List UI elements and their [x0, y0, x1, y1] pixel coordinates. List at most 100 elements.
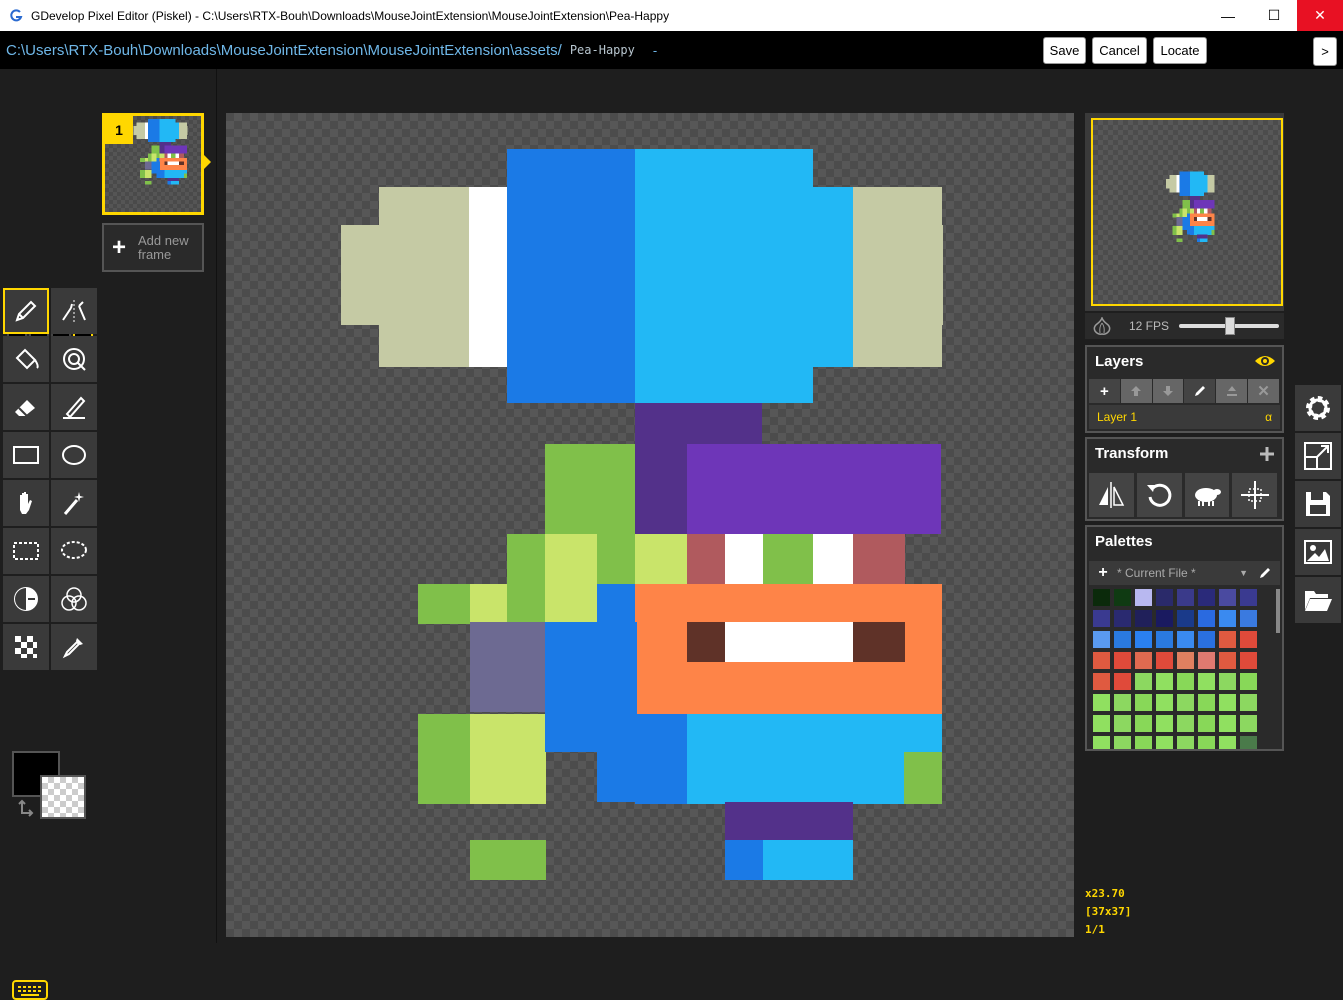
palette-swatch[interactable] — [1198, 736, 1215, 749]
move-layer-up-button[interactable] — [1120, 379, 1152, 403]
palette-swatch[interactable] — [1219, 736, 1236, 749]
close-window-button[interactable]: ✕ — [1297, 0, 1343, 31]
palette-swatch[interactable] — [1177, 631, 1194, 648]
eraser-tool[interactable] — [3, 384, 49, 430]
paint-bucket-tool[interactable] — [3, 336, 49, 382]
palette-swatch[interactable] — [1219, 631, 1236, 648]
palette-swatch[interactable] — [1114, 673, 1131, 690]
palette-swatch[interactable] — [1177, 673, 1194, 690]
palette-swatch[interactable] — [1156, 715, 1173, 732]
palette-swatch[interactable] — [1219, 652, 1236, 669]
palette-swatch[interactable] — [1177, 715, 1194, 732]
palette-swatch[interactable] — [1198, 673, 1215, 690]
palette-swatch[interactable] — [1093, 652, 1110, 669]
palette-swatch[interactable] — [1156, 589, 1173, 606]
palette-swatch[interactable] — [1198, 715, 1215, 732]
palette-swatch[interactable] — [1219, 673, 1236, 690]
stroke-tool[interactable] — [51, 384, 97, 430]
palette-swatch[interactable] — [1156, 610, 1173, 627]
move-tool[interactable] — [3, 480, 49, 526]
palette-swatch[interactable] — [1240, 736, 1257, 749]
add-palette-button[interactable]: + — [1089, 561, 1117, 585]
align-center-button[interactable] — [1232, 473, 1277, 517]
palette-swatch[interactable] — [1114, 736, 1131, 749]
palette-swatch[interactable] — [1135, 736, 1152, 749]
palette-swatch[interactable] — [1135, 694, 1152, 711]
frame-thumbnail[interactable]: 1 — [102, 113, 204, 215]
add-new-frame-button[interactable]: + Add new frame — [102, 223, 204, 272]
preview-canvas[interactable] — [1091, 118, 1283, 306]
rotate-button[interactable] — [1136, 473, 1182, 517]
clone-button[interactable] — [1184, 473, 1230, 517]
lighten-tool[interactable] — [3, 576, 49, 622]
swap-colors-icon[interactable] — [18, 799, 36, 817]
palette-swatch[interactable] — [1135, 631, 1152, 648]
expand-button[interactable]: > — [1313, 37, 1337, 66]
palette-swatch[interactable] — [1177, 610, 1194, 627]
rectangle-selection-tool[interactable] — [3, 528, 49, 574]
palette-scrollbar[interactable] — [1276, 589, 1280, 633]
palette-swatch[interactable] — [1219, 694, 1236, 711]
palette-swatch[interactable] — [1156, 631, 1173, 648]
export-image-button[interactable] — [1295, 529, 1341, 575]
palette-swatch[interactable] — [1114, 610, 1131, 627]
palette-swatch[interactable] — [1219, 715, 1236, 732]
palette-swatch[interactable] — [1177, 694, 1194, 711]
delete-layer-button[interactable]: ✕ — [1248, 379, 1279, 403]
save-button[interactable]: Save — [1043, 37, 1086, 64]
merge-layer-button[interactable] — [1216, 379, 1248, 403]
locate-button[interactable]: Locate — [1153, 37, 1207, 64]
palette-swatch[interactable] — [1198, 694, 1215, 711]
palette-swatch[interactable] — [1177, 589, 1194, 606]
lasso-selection-tool[interactable] — [51, 528, 97, 574]
palette-swatch[interactable] — [1219, 610, 1236, 627]
palette-swatch[interactable] — [1240, 694, 1257, 711]
palette-swatch[interactable] — [1093, 736, 1110, 749]
palette-swatch[interactable] — [1156, 652, 1173, 669]
palette-swatch[interactable] — [1240, 631, 1257, 648]
palette-swatch[interactable] — [1093, 610, 1110, 627]
secondary-color-swatch[interactable] — [40, 775, 86, 819]
eye-icon[interactable] — [1254, 353, 1276, 369]
move-layer-down-button[interactable] — [1152, 379, 1184, 403]
shape-selection-tool[interactable] — [51, 480, 97, 526]
palette-swatch[interactable] — [1114, 715, 1131, 732]
maximize-button[interactable]: ☐ — [1251, 0, 1297, 31]
save-file-button[interactable] — [1295, 481, 1341, 527]
circle-tool[interactable] — [51, 432, 97, 478]
palette-swatch[interactable] — [1093, 631, 1110, 648]
checker-tool[interactable] — [3, 624, 49, 670]
palette-swatch[interactable] — [1240, 589, 1257, 606]
palette-swatch[interactable] — [1240, 673, 1257, 690]
palette-swatch[interactable] — [1240, 652, 1257, 669]
layer-item[interactable]: Layer 1 α — [1089, 405, 1280, 429]
palette-swatch[interactable] — [1114, 631, 1131, 648]
asset-name[interactable]: Pea-Happy — [570, 43, 635, 57]
palette-swatch[interactable] — [1219, 589, 1236, 606]
paint-same-color-tool[interactable] — [51, 336, 97, 382]
palette-swatch[interactable] — [1093, 673, 1110, 690]
palette-swatch[interactable] — [1093, 589, 1110, 606]
palette-swatch[interactable] — [1198, 631, 1215, 648]
palette-swatch[interactable] — [1114, 694, 1131, 711]
drawing-canvas[interactable] — [226, 113, 1074, 937]
palette-swatch[interactable] — [1156, 673, 1173, 690]
palette-swatch[interactable] — [1114, 652, 1131, 669]
resize-button[interactable] — [1295, 433, 1341, 479]
open-file-button[interactable] — [1295, 577, 1341, 623]
minimize-button[interactable]: — — [1205, 0, 1251, 31]
pen-tool[interactable] — [3, 288, 49, 334]
palette-dropdown[interactable]: * Current File * — [1117, 566, 1239, 580]
palette-swatch[interactable] — [1135, 610, 1152, 627]
palette-swatch[interactable] — [1198, 610, 1215, 627]
dithering-tool[interactable] — [51, 576, 97, 622]
palette-swatch[interactable] — [1093, 715, 1110, 732]
palette-swatch[interactable] — [1114, 589, 1131, 606]
edit-layer-button[interactable] — [1184, 379, 1216, 403]
palette-swatch[interactable] — [1156, 694, 1173, 711]
palette-swatch[interactable] — [1093, 694, 1110, 711]
fps-slider-thumb[interactable] — [1225, 317, 1235, 335]
rectangle-tool[interactable] — [3, 432, 49, 478]
layer-alpha[interactable]: α — [1265, 410, 1272, 424]
flip-button[interactable] — [1089, 473, 1134, 517]
